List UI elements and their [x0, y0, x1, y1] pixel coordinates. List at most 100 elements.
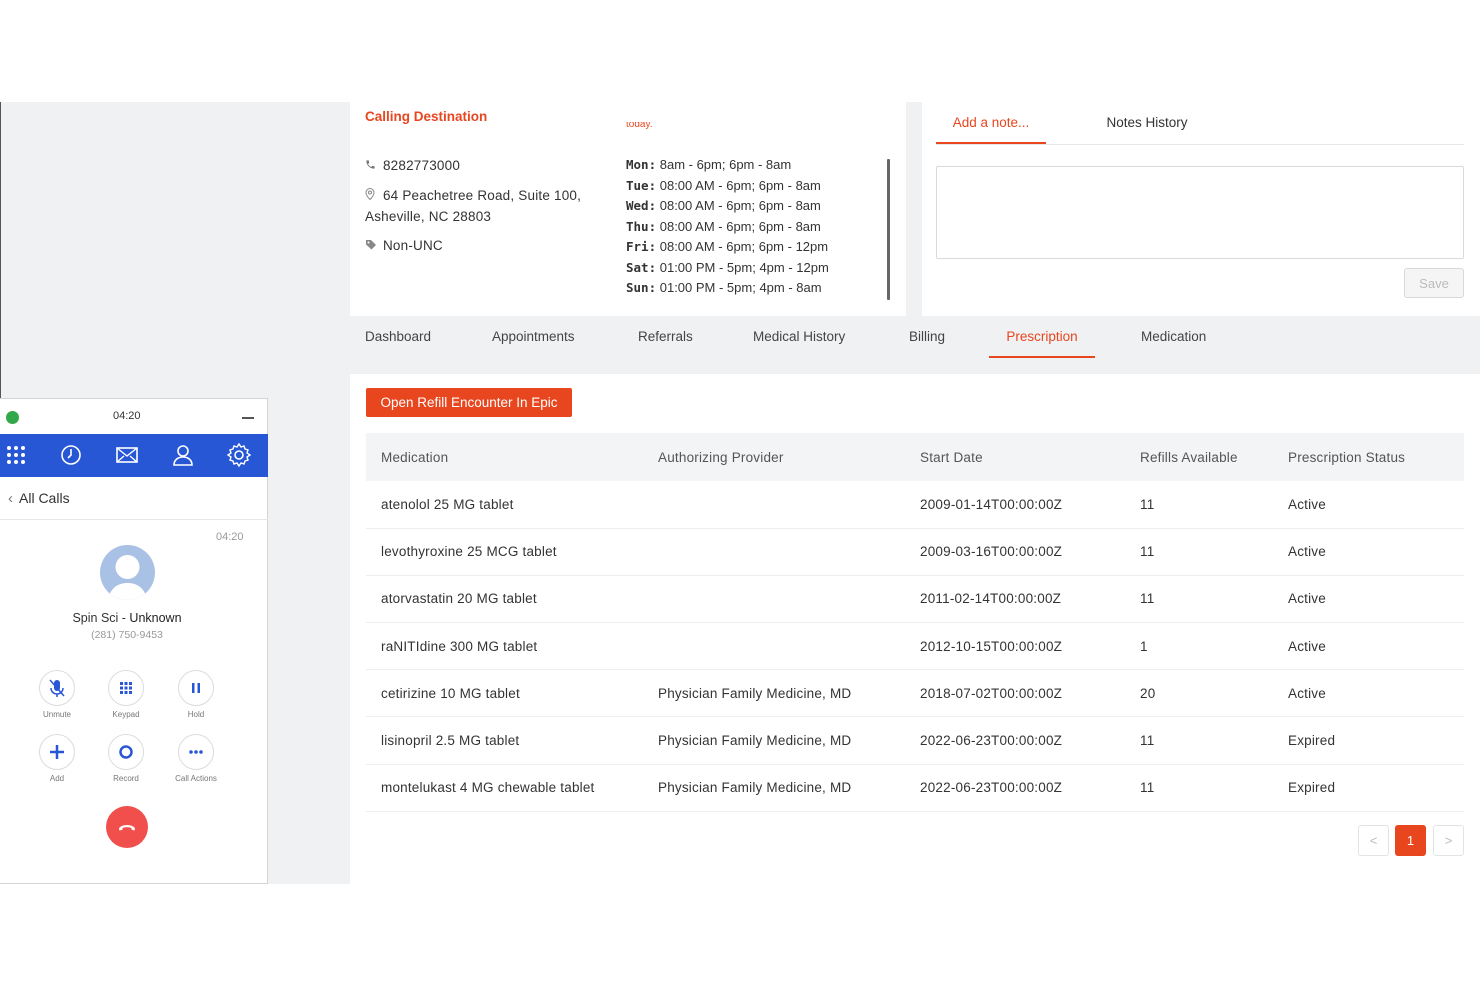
column-header[interactable]: Medication — [366, 433, 658, 481]
tab-prescription[interactable]: Prescription — [989, 324, 1095, 358]
add-call-button[interactable] — [39, 734, 75, 770]
open-refill-encounter-button[interactable]: Open Refill Encounter In Epic — [366, 388, 572, 417]
cell-refills: 20 — [1140, 669, 1288, 718]
hold-button[interactable] — [178, 670, 214, 706]
cell-status: Expired — [1288, 716, 1464, 765]
contacts-icon[interactable] — [170, 442, 196, 468]
cell-start: 2009-03-16T00:00:00Z — [920, 528, 1140, 576]
table-row[interactable]: atenolol 25 MG tablet 2009-01-14T00:00:00… — [366, 481, 1464, 529]
tab-add-note[interactable]: Add a note... — [936, 102, 1046, 144]
pagination-page-1[interactable]: 1 — [1395, 825, 1426, 856]
destination-phone: 8282773000 — [365, 158, 460, 173]
hours-time: 8am - 6pm; 6pm - 8am — [659, 157, 792, 172]
cell-medication: lisinopril 2.5 MG tablet — [366, 716, 658, 765]
pagination-next-button[interactable]: > — [1433, 825, 1464, 856]
cell-refills: 1 — [1140, 622, 1288, 671]
add-label: Add — [49, 774, 65, 783]
calling-destination-title: Calling Destination — [365, 109, 488, 124]
cell-refills: 11 — [1140, 764, 1288, 812]
call-actions-button[interactable] — [178, 734, 214, 770]
divider — [0, 519, 268, 520]
column-header[interactable]: Start Date — [920, 433, 1140, 481]
cell-status: Active — [1288, 481, 1464, 529]
tab-referrals[interactable]: Referrals — [638, 324, 693, 358]
hours-scrollbar[interactable] — [887, 159, 890, 300]
hangup-button[interactable] — [106, 806, 148, 848]
keypad-label: Keypad — [112, 710, 140, 719]
cell-provider — [658, 481, 920, 529]
table-row[interactable]: montelukast 4 MG chewable tablet Physicia… — [366, 764, 1464, 812]
table-row[interactable]: lisinopril 2.5 MG tablet Physician Family… — [366, 716, 1464, 765]
softphone-widget: 04:20 ‹ All Calls 04:20 Spin Sci - Unkno… — [0, 398, 268, 884]
hours-list: Mon: 8am - 6pm; 6pm - 8am Tue: 08:00 AM -… — [626, 157, 829, 301]
cell-start: 2022-06-23T00:00:00Z — [920, 716, 1140, 765]
table-row[interactable]: levothyroxine 25 MCG tablet 2009-03-16T00… — [366, 528, 1464, 576]
phone-icon — [365, 159, 379, 173]
column-header[interactable]: Refills Available — [1140, 433, 1288, 481]
cell-refills: 11 — [1140, 575, 1288, 624]
cell-status: Active — [1288, 669, 1464, 718]
caller-name-value: Unknown — [129, 611, 182, 625]
column-header[interactable]: Authorizing Provider — [658, 433, 920, 481]
dialpad-icon[interactable] — [3, 442, 29, 468]
destination-phone-text: 8282773000 — [382, 158, 461, 173]
cell-status: Expired — [1288, 764, 1464, 812]
keypad-button[interactable] — [108, 670, 144, 706]
table-row[interactable]: atorvastatin 20 MG tablet 2011-02-14T00:0… — [366, 575, 1464, 624]
note-textarea[interactable] — [936, 166, 1464, 259]
hours-row: Sun: 01:00 PM - 5pm; 4pm - 8am — [626, 280, 829, 301]
settings-icon[interactable] — [226, 442, 252, 468]
table-row[interactable]: cetirizine 10 MG tablet Physician Family … — [366, 669, 1464, 718]
plus-icon — [50, 745, 64, 759]
cell-refills: 11 — [1140, 528, 1288, 576]
minimize-icon[interactable] — [242, 417, 254, 419]
table-header-row: Medication Authorizing Provider Start Date… — [366, 433, 1464, 481]
mic-off-icon — [49, 679, 65, 697]
cell-refills: 11 — [1140, 716, 1288, 765]
tab-billing[interactable]: Billing — [909, 324, 945, 358]
history-icon[interactable] — [58, 442, 84, 468]
hangup-icon — [119, 825, 135, 831]
unmute-button[interactable] — [39, 670, 75, 706]
cell-status: Active — [1288, 528, 1464, 576]
destination-tag-text: Non-UNC — [382, 238, 443, 253]
caller-avatar — [100, 545, 155, 600]
mail-icon[interactable] — [114, 442, 140, 468]
all-calls-back-link[interactable]: ‹ All Calls — [8, 490, 70, 507]
calling-destination-card: Calling Destination today. 8282773000 64… — [350, 102, 906, 316]
column-header[interactable]: Prescription Status — [1288, 433, 1464, 481]
all-calls-label: All Calls — [19, 490, 70, 506]
cell-status: Active — [1288, 575, 1464, 624]
cell-provider — [658, 622, 920, 671]
tab-dashboard[interactable]: Dashboard — [365, 324, 431, 358]
hours-row: Sat: 01:00 PM - 5pm; 4pm - 12pm — [626, 260, 829, 281]
tab-medication[interactable]: Medication — [1141, 324, 1206, 358]
more-icon — [189, 750, 203, 754]
tab-appointments[interactable]: Appointments — [492, 324, 575, 358]
patient-tabs: Dashboard Appointments Referrals Medical Hi… — [350, 324, 1480, 358]
save-note-button[interactable]: Save — [1404, 268, 1464, 298]
cell-medication: atorvastatin 20 MG tablet — [366, 575, 658, 624]
record-button[interactable] — [108, 734, 144, 770]
caller-number: (281) 750-9453 — [91, 629, 163, 641]
cell-start: 2018-07-02T00:00:00Z — [920, 669, 1140, 718]
prescription-panel: Open Refill Encounter In Epic Medication… — [350, 374, 1480, 884]
hours-row: Thu: 08:00 AM - 6pm; 6pm - 8am — [626, 219, 829, 240]
pagination-prev-button[interactable]: < — [1358, 825, 1389, 856]
cell-provider: Physician Family Medicine, MD — [658, 669, 920, 718]
cell-start: 2022-06-23T00:00:00Z — [920, 764, 1140, 812]
hours-time: 01:00 PM - 5pm; 4pm - 12pm — [659, 259, 829, 275]
hours-row: Tue: 08:00 AM - 6pm; 6pm - 8am — [626, 178, 829, 199]
keypad-icon — [120, 682, 132, 694]
hours-day: Fri: — [626, 239, 657, 254]
chevron-left-icon: ‹ — [8, 490, 13, 507]
tab-medical-history[interactable]: Medical History — [753, 324, 845, 358]
notes-card: Add a note... Notes History Save — [922, 102, 1480, 316]
status-online-indicator — [6, 411, 19, 424]
table-row[interactable]: raNITIdine 300 MG tablet 2012-10-15T00:00… — [366, 622, 1464, 671]
cell-medication: montelukast 4 MG chewable tablet — [366, 764, 658, 812]
tab-notes-history[interactable]: Notes History — [1092, 102, 1202, 144]
hours-row: Mon: 8am - 6pm; 6pm - 8am — [626, 157, 829, 178]
hours-day: Mon: — [626, 157, 657, 172]
cell-refills: 11 — [1140, 481, 1288, 529]
